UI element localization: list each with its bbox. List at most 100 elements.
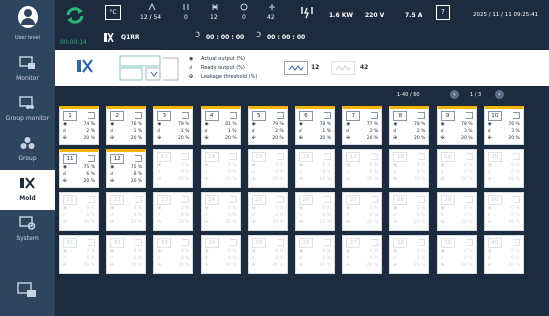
zone-card[interactable]: 27 ◉ 0 % ☌ 0 % ✠ 20 % [342,192,383,231]
zone-card[interactable]: 21 ◉ 0 % ☌ 0 % ✠ 20 % [59,192,99,231]
zone-card[interactable]: 24 ◉ 0 % ☌ 0 % ✠ 20 % [200,192,241,231]
actual-output-icon: ◉ [63,165,67,170]
zone-card[interactable]: 5 ◉ 79 % ☌ 2 % ✠ 20 % [247,106,288,145]
nav-system[interactable]: System [0,210,55,250]
zone-pin-icon [512,239,520,246]
zone-number: 35 [251,238,266,248]
zone-card[interactable]: 8 ◉ 78 % ☌ 2 % ✠ 20 % [389,106,430,145]
zone-card[interactable]: 39 ◉ 0 % ☌ 0 % ✠ 20 % [436,235,477,274]
datetime: 2025 / 11 / 11 09:25:41 [473,12,539,18]
ready-output-row: ☌ 6 % [63,172,95,177]
zone-card[interactable]: 3 ◉ 79 % ☌ 1 % ✠ 20 % [153,106,194,145]
prev-page-button[interactable]: ‹ [450,90,459,99]
zone-pin-icon [465,196,473,203]
zone-card[interactable]: 22 ◉ 0 % ☌ 0 % ✠ 20 % [106,192,147,231]
zone-card[interactable]: 2 ◉ 76 % ☌ 1 % ✠ 20 % [106,106,147,145]
leakage-row: ✠ 20 % [110,136,142,141]
leakage-icon: ✠ [204,136,209,141]
mold-icon [20,177,35,189]
nav-group-monitor[interactable]: Group monitor [0,90,55,130]
nav-monitor[interactable]: Monitor [0,50,55,90]
zone-pin-icon [512,153,520,160]
ready-output-value: 3 % [464,129,473,134]
actual-output-icon: ◉ [487,249,492,254]
leakage-icon: ✠ [110,220,114,225]
leakage-row: ✠ 20 % [252,263,284,268]
actual-output-icon: ◉ [63,206,67,211]
zone-card[interactable]: 38 ◉ 0 % ☌ 0 % ✠ 20 % [389,235,430,274]
zone-number: 8 [393,111,408,121]
user-button[interactable]: User level [0,0,55,46]
ready-output-value: 1 % [133,129,143,134]
zone-card[interactable]: 1 ◉ 74 % ☌ 2 % ✠ 20 % [59,106,99,145]
zone-card[interactable]: 36 ◉ 0 % ☌ 0 % ✠ 20 % [295,235,335,274]
leakage-icon: ✠ [204,220,209,225]
ready-output-row: ☌ 0 % [63,213,95,218]
zone-card[interactable]: 19 ◉ 0 % ☌ 0 % ✠ 20 % [436,149,477,188]
actual-output-icon: ◉ [299,122,303,127]
zone-number: 5 [251,111,266,121]
zone-card[interactable]: 12 ◉ 75 % ☌ 6 % ✠ 20 % [106,149,147,188]
ready-output-icon: ☌ [487,256,491,261]
actual-output-icon: ◉ [157,249,162,254]
zone-card[interactable]: 37 ◉ 0 % ☌ 0 % ✠ 20 % [342,235,383,274]
zone-card[interactable]: 32 ◉ 0 % ☌ 0 % ✠ 20 % [106,235,147,274]
next-page-button[interactable]: › [495,90,504,99]
ready-output-icon: ☌ [393,170,397,175]
ready-output-icon: ☌ [440,213,444,218]
leakage-value: 20 % [413,136,426,141]
actual-output-icon: ◉ [204,206,209,211]
nav-group[interactable]: Group [0,130,55,170]
nav-mold[interactable]: Mold [0,170,55,210]
ready-output-icon: ☌ [110,256,114,261]
zone-card[interactable]: 7 ◉ 77 % ☌ 2 % ✠ 20 % [342,106,383,145]
leakage-value: 20 % [508,263,520,268]
temp-unit-badge[interactable]: °C [105,5,121,20]
zone-card[interactable]: 23 ◉ 0 % ☌ 0 % ✠ 20 % [153,192,194,231]
ready-output-icon: ☌ [299,129,303,134]
zone-card[interactable]: 20 ◉ 0 % ☌ 0 % ✠ 20 % [483,149,524,188]
leakage-row: ✠ 20 % [441,136,473,141]
zone-card[interactable]: 26 ◉ 0 % ☌ 0 % ✠ 20 % [295,192,335,231]
zone-card[interactable]: 18 ◉ 0 % ☌ 0 % ✠ 20 % [389,149,430,188]
leakage-value: 20 % [130,220,143,225]
zone-pin-icon [371,239,379,246]
ready-output-value: 3 % [511,129,520,134]
refresh-icon[interactable] [65,7,85,24]
zone-pin-icon [465,153,473,160]
inactive-wave-icon [335,65,351,71]
zone-card[interactable]: 17 ◉ 0 % ☌ 0 % ✠ 20 % [342,149,383,188]
zone-card[interactable]: 11 ◉ 75 % ☌ 6 % ✠ 20 % [59,149,99,188]
zone-card[interactable]: 40 ◉ 0 % ☌ 0 % ✠ 20 % [483,235,524,274]
logout-icon[interactable] [17,282,37,298]
zone-card[interactable]: 25 ◉ 0 % ☌ 0 % ✠ 20 % [247,192,288,231]
zone-card[interactable]: 4 ◉ 81 % ☌ 1 % ✠ 20 % [200,106,241,145]
zone-card[interactable]: 10 ◉ 76 % ☌ 3 % ✠ 20 % [483,106,524,145]
actual-output-value: 78 % [413,122,426,127]
leakage-icon: ✠ [63,263,67,268]
zone-card[interactable]: 14 ◉ 0 % ☌ 0 % ✠ 20 % [200,149,241,188]
zone-card[interactable]: 33 ◉ 0 % ☌ 0 % ✠ 20 % [153,235,194,274]
zone-card[interactable]: 28 ◉ 0 % ☌ 0 % ✠ 20 % [389,192,430,231]
zone-card[interactable]: 16 ◉ 0 % ☌ 0 % ✠ 20 % [295,149,335,188]
sidebar: User level Monitor Group monitor Group M… [0,0,55,316]
leakage-row: ✠ 20 % [441,263,473,268]
zone-card[interactable]: 15 ◉ 0 % ☌ 0 % ✠ 20 % [247,149,288,188]
leakage-icon: ✠ [299,220,303,225]
actual-output-icon: ◉ [63,249,67,254]
zone-card[interactable]: 31 ◉ 0 % ☌ 0 % ✠ 20 % [59,235,99,274]
zone-card[interactable]: 34 ◉ 0 % ☌ 0 % ✠ 20 % [200,235,241,274]
actual-output-icon: ◉ [487,206,492,211]
zone-card[interactable]: 29 ◉ 0 % ☌ 0 % ✠ 20 % [436,192,477,231]
zone-card[interactable]: 6 ◉ 78 % ☌ 1 % ✠ 20 % [295,106,335,145]
zone-card[interactable]: 9 ◉ 78 % ☌ 3 % ✠ 20 % [436,106,477,145]
ready-output-icon: ☌ [157,256,161,261]
zone-card[interactable]: 13 ◉ 0 % ☌ 0 % ✠ 20 % [153,149,194,188]
help-button[interactable]: ? [436,5,450,20]
actual-output-row: ◉ 0 % [157,249,189,254]
ready-output-row: ☌ 1 % [205,129,237,134]
actual-output-row: ◉ 0 % [393,249,425,254]
leakage-row: ✠ 20 % [110,179,142,184]
zone-card[interactable]: 30 ◉ 0 % ☌ 0 % ✠ 20 % [483,192,524,231]
zone-card[interactable]: 35 ◉ 0 % ☌ 0 % ✠ 20 % [247,235,288,274]
